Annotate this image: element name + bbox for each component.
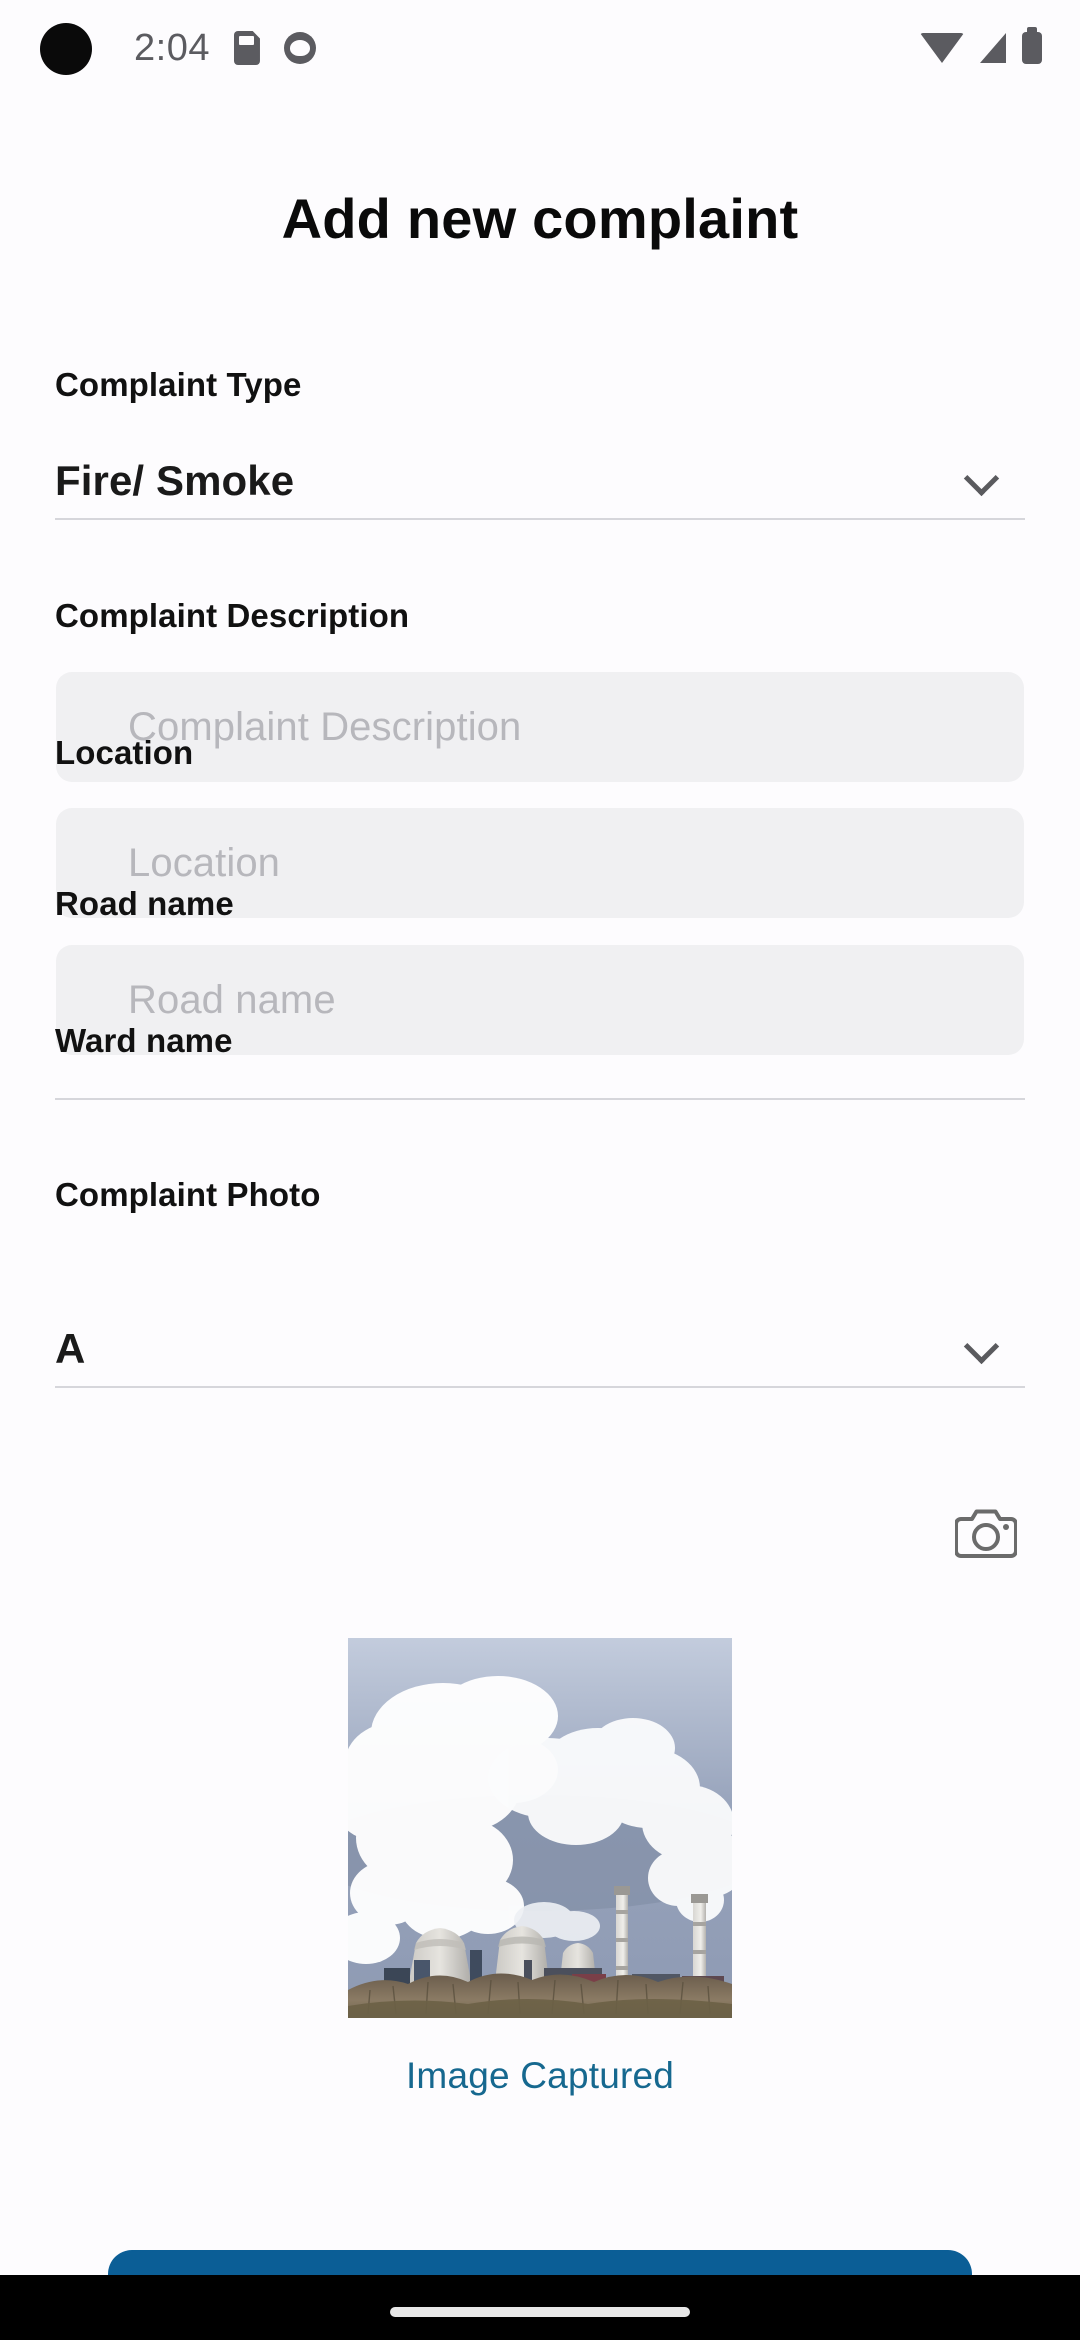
road-name-placeholder: Road name <box>128 977 336 1022</box>
status-bar-left: 2:04 <box>134 27 316 70</box>
photo-status-text: Image Captured <box>405 2055 675 2096</box>
app-circle-icon <box>283 32 316 64</box>
complaint-description-label: Complaint Description <box>55 597 410 634</box>
chevron-down-icon <box>967 466 997 496</box>
location-placeholder: Location <box>128 840 281 885</box>
status-bar-right <box>920 0 1042 96</box>
gesture-handle[interactable] <box>390 2306 690 2317</box>
location-label: Location <box>55 734 194 771</box>
complaint-type-label: Complaint Type <box>55 366 302 403</box>
wifi-icon <box>920 33 964 63</box>
complaint-photo-label: Complaint Photo <box>55 1176 321 1213</box>
ward-name-select-hidden <box>55 1024 1025 1100</box>
ward-name-select[interactable]: A <box>55 1312 1025 1388</box>
chevron-down-icon <box>967 1334 997 1364</box>
page-title: Add new complaint <box>281 187 799 250</box>
navigation-bar <box>0 2275 1080 2340</box>
camera-punch-hole <box>40 23 92 75</box>
camera-icon[interactable] <box>954 1506 1018 1558</box>
status-bar-clock: 2:04 <box>134 26 210 69</box>
complaint-type-value: Fire/ Smoke <box>55 457 295 504</box>
sd-card-icon <box>233 31 260 65</box>
status-bar: 2:04 <box>0 0 1080 96</box>
ward-name-value: A <box>55 1325 86 1372</box>
complaint-photo-thumbnail[interactable] <box>348 1638 732 2018</box>
complaint-description-input[interactable]: Complaint Description <box>56 672 1024 782</box>
complaint-type-select[interactable]: Fire/ Smoke <box>55 444 1025 520</box>
app-screen: 2:04 Add new complaint Complaint Type Fi… <box>0 0 1080 2340</box>
cellular-signal-icon <box>980 33 1006 63</box>
road-name-label: Road name <box>55 885 234 922</box>
battery-icon <box>1022 27 1042 64</box>
